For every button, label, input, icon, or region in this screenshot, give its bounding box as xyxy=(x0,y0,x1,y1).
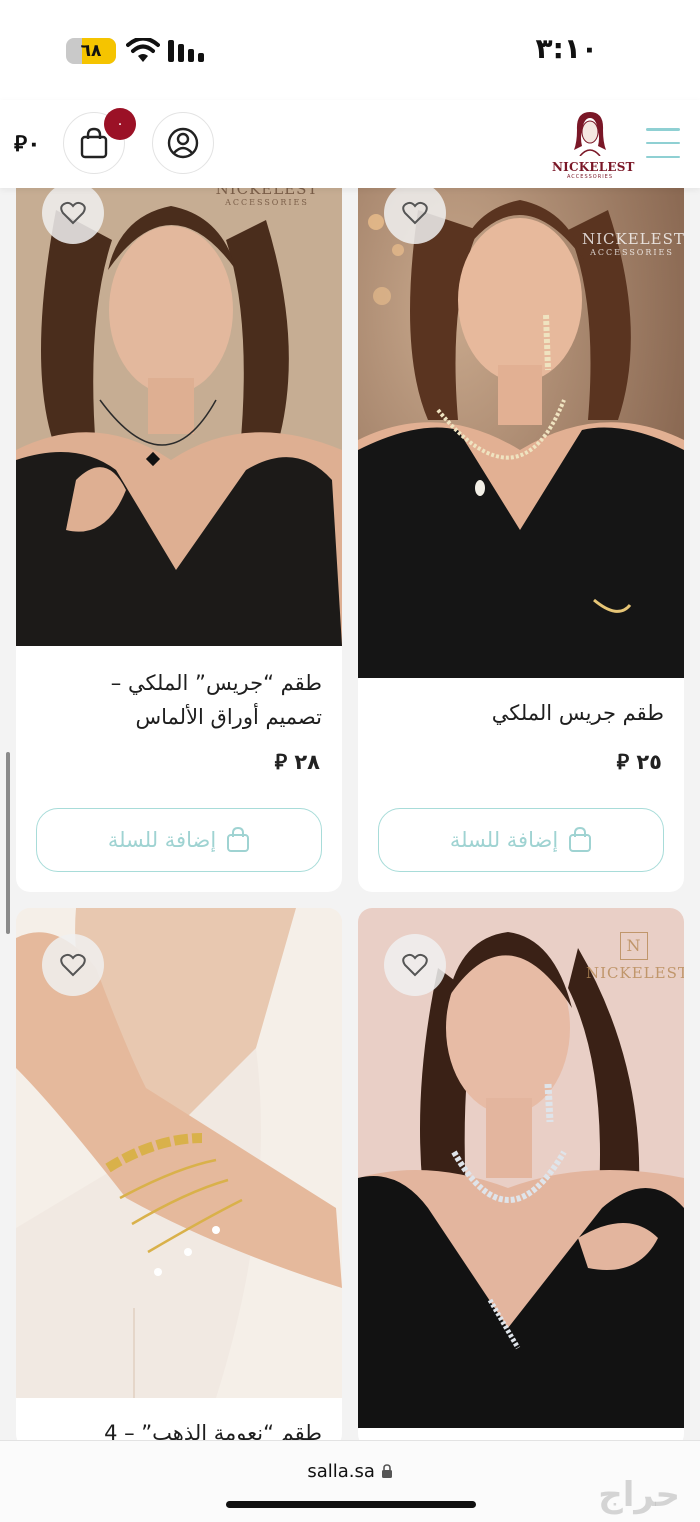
store-header: ⃁٠ NICKELEST ACCESSORIES xyxy=(0,100,700,188)
battery-level: ٦٨ xyxy=(80,41,102,61)
logo-text: NICKELEST xyxy=(552,160,635,174)
product-title-line: تصميم أوراق الألماس xyxy=(135,705,323,729)
shopping-bag-icon xyxy=(569,827,592,852)
product-title[interactable]: طقم جريس الملكي xyxy=(378,696,664,730)
woman-portrait-logo-icon xyxy=(574,112,606,157)
hamburger-menu-icon[interactable] xyxy=(646,128,680,158)
heart-icon xyxy=(402,201,428,225)
wishlist-button[interactable] xyxy=(42,934,104,996)
brand-watermark: NICKELEST ACCESSORIES xyxy=(582,230,684,257)
status-bar: ٦٨ ٣:١٠ xyxy=(0,0,700,100)
product-price: ٢٥ ⃁ xyxy=(616,750,662,774)
watermark-text: NICKELEST xyxy=(586,964,684,982)
watermark-sub: ACCESSORIES xyxy=(590,248,674,257)
riyal-icon: ⃁ xyxy=(14,132,28,157)
logo-subtitle: ACCESSORIES xyxy=(566,174,614,180)
wifi-icon xyxy=(126,38,160,62)
product-title-line: طقم جريس الملكي xyxy=(491,701,664,725)
add-to-cart-label: إضافة للسلة xyxy=(449,828,559,852)
wishlist-button[interactable] xyxy=(384,934,446,996)
battery-icon: ٦٨ xyxy=(66,38,116,64)
scrollbar[interactable] xyxy=(6,752,10,934)
cart-count-badge: ٠ xyxy=(104,108,136,140)
account-button[interactable] xyxy=(152,112,214,174)
heart-icon xyxy=(60,201,86,225)
shopping-bag-icon xyxy=(227,827,250,852)
cart-total-value: ٠ xyxy=(27,132,41,157)
watermark-sub: ACCESSORIES xyxy=(225,198,309,207)
url-value: salla.sa xyxy=(307,1461,375,1482)
clock: ٣:١٠ xyxy=(535,32,598,65)
product-price: ٢٨ ⃁ xyxy=(274,750,320,774)
url-text[interactable]: salla.sa xyxy=(0,1461,700,1482)
wishlist-button[interactable] xyxy=(384,182,446,244)
product-card[interactable]: NICKELEST ACCESSORIES طقم “جريس” الملكي … xyxy=(16,150,342,892)
lock-icon xyxy=(381,1464,392,1478)
product-title[interactable]: طقم “جريس” الملكي – تصميم أوراق الألماس xyxy=(36,666,322,734)
store-logo[interactable]: NICKELEST ACCESSORIES xyxy=(552,108,635,184)
watermark-text: NICKELEST xyxy=(582,230,684,248)
user-icon xyxy=(167,127,199,159)
add-to-cart-button[interactable]: إضافة للسلة xyxy=(36,808,322,872)
signal-icon xyxy=(168,40,204,62)
add-to-cart-label: إضافة للسلة xyxy=(107,828,217,852)
product-card[interactable]: N NICKELEST xyxy=(358,908,684,1448)
brand-watermark: N NICKELEST xyxy=(586,932,684,982)
browser-address-bar[interactable]: salla.sa حراج xyxy=(0,1440,700,1522)
product-card[interactable]: طقم “نعومة الذهب” – 4 xyxy=(16,908,342,1448)
product-title-line: طقم “جريس” الملكي – xyxy=(110,671,322,695)
shopping-bag-icon xyxy=(80,127,108,159)
harag-watermark: حراج xyxy=(598,1475,680,1515)
add-to-cart-button[interactable]: إضافة للسلة xyxy=(378,808,664,872)
wishlist-button[interactable] xyxy=(42,182,104,244)
cart-total[interactable]: ⃁٠ xyxy=(14,130,41,158)
heart-icon xyxy=(402,953,428,977)
product-card[interactable]: NICKELEST ACCESSORIES طقم جريس الملكي ٢٥… xyxy=(358,150,684,892)
home-indicator[interactable] xyxy=(226,1501,476,1508)
heart-icon xyxy=(60,953,86,977)
